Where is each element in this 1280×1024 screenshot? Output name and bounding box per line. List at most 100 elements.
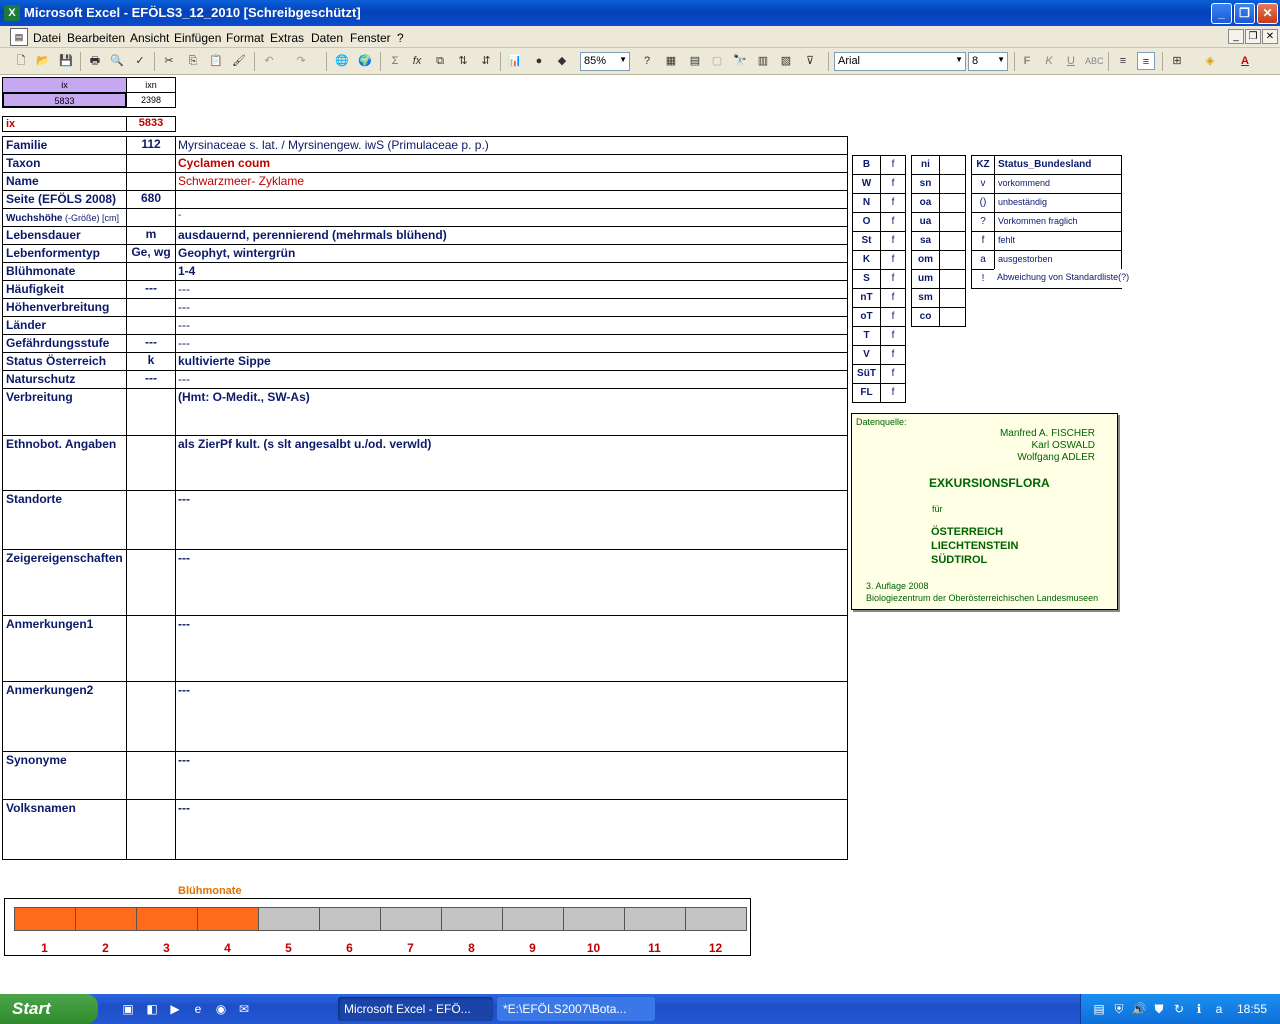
state-flag-cell[interactable]: f	[880, 193, 906, 213]
row-code-cell[interactable]	[126, 388, 176, 436]
zoom-select[interactable]: 85% ▼	[580, 52, 630, 71]
row-code-cell[interactable]	[126, 681, 176, 752]
row-value-cell[interactable]: Myrsinaceae s. lat. / Myrsinengew. iwS (…	[175, 136, 848, 155]
task-excel[interactable]: Microsoft Excel - EFÖ...	[338, 997, 493, 1021]
ix-value-cell[interactable]: 5833	[2, 92, 127, 108]
row-code-cell[interactable]	[126, 316, 176, 335]
bold-button[interactable]: F	[1018, 52, 1036, 70]
spellcheck-icon[interactable]: ✓	[131, 52, 149, 70]
state-flag-cell[interactable]: f	[880, 307, 906, 327]
row-value-cell[interactable]: ---	[175, 751, 848, 800]
underline-button[interactable]: U	[1062, 52, 1080, 70]
antivirus-icon[interactable]: a	[1211, 1001, 1227, 1017]
state-flag-cell[interactable]: f	[880, 364, 906, 384]
state-flag-cell[interactable]: f	[880, 326, 906, 346]
row-code-cell[interactable]	[126, 615, 176, 682]
region-value-cell[interactable]	[939, 269, 966, 289]
redo-icon[interactable]: ↷	[292, 52, 310, 70]
sort-desc-icon[interactable]: ⇵	[477, 52, 495, 70]
row-code-cell[interactable]: 112	[126, 136, 176, 155]
row-value-cell[interactable]: ausdauernd, perennierend (mehrmals blühe…	[175, 226, 848, 245]
font-color-icon[interactable]: A	[1236, 52, 1254, 70]
row-code-cell[interactable]	[126, 172, 176, 191]
row-code-cell[interactable]	[126, 751, 176, 800]
row-code-cell[interactable]	[126, 549, 176, 616]
ix-value-cell-2[interactable]: 5833	[126, 116, 176, 132]
info-icon[interactable]: ℹ	[1191, 1001, 1207, 1017]
firefox-icon[interactable]: ◉	[213, 1001, 229, 1017]
borders-icon[interactable]: ⊞	[1168, 52, 1186, 70]
menu-datei[interactable]: Datei	[33, 31, 61, 45]
worksheet[interactable]: ix ixn 5833 2398 ix 5833 Familie 112 Myrsi…	[0, 75, 1280, 990]
row-code-cell[interactable]	[126, 208, 176, 227]
print-icon[interactable]: 🖶	[86, 52, 104, 70]
state-flag-cell[interactable]: f	[880, 288, 906, 308]
fill-color-icon[interactable]: ◈	[1201, 52, 1219, 70]
security-icon[interactable]: ⛨	[1111, 1001, 1127, 1017]
row-value-cell[interactable]: kultivierte Sippe	[175, 352, 848, 371]
align-left-button[interactable]: ≡	[1114, 52, 1132, 70]
close-button[interactable]: ✕	[1257, 3, 1278, 24]
italic-button[interactable]: K	[1040, 52, 1058, 70]
tool-a-icon[interactable]: ▦	[662, 52, 680, 70]
format-painter-icon[interactable]: 🖌	[230, 52, 248, 70]
region-value-cell[interactable]	[939, 174, 966, 194]
menu-extras[interactable]: Extras	[270, 31, 304, 45]
row-code-cell[interactable]	[126, 298, 176, 317]
doc-minimize-button[interactable]: _	[1228, 29, 1244, 44]
menu-daten[interactable]: Daten	[311, 31, 343, 45]
row-value-cell[interactable]: Schwarzmeer- Zyklame	[175, 172, 848, 191]
row-value-cell[interactable]	[175, 190, 848, 209]
state-flag-cell[interactable]: f	[880, 155, 906, 175]
row-code-cell[interactable]: Ge, wg	[126, 244, 176, 263]
copy-icon[interactable]: ⎘	[184, 52, 202, 70]
row-value-cell[interactable]: (Hmt: O-Medit., SW-As)	[175, 388, 848, 436]
region-value-cell[interactable]	[939, 231, 966, 251]
region-value-cell[interactable]	[939, 288, 966, 308]
map-icon[interactable]: ●	[530, 52, 548, 70]
row-value-cell[interactable]: ---	[175, 298, 848, 317]
row-value-cell[interactable]: ---	[175, 280, 848, 299]
minimize-button[interactable]: _	[1211, 3, 1232, 24]
region-value-cell[interactable]	[939, 155, 966, 175]
doc-restore-button[interactable]: ❐	[1245, 29, 1261, 44]
tool-e-icon[interactable]: ▧	[777, 52, 795, 70]
cut-icon[interactable]: ✂	[160, 52, 178, 70]
row-value-cell[interactable]: -	[175, 208, 848, 227]
region-value-cell[interactable]	[939, 307, 966, 327]
state-flag-cell[interactable]: f	[880, 250, 906, 270]
row-code-cell[interactable]: k	[126, 352, 176, 371]
save-icon[interactable]: 💾	[57, 52, 75, 70]
ie-icon[interactable]: e	[190, 1001, 206, 1017]
menu-ansicht[interactable]: Ansicht	[130, 31, 169, 45]
tool-d-icon[interactable]: ▥	[754, 52, 772, 70]
network-icon[interactable]: ▤	[1091, 1001, 1107, 1017]
undo-icon[interactable]: ↶	[260, 52, 278, 70]
state-flag-cell[interactable]: f	[880, 383, 906, 403]
region-value-cell[interactable]	[939, 250, 966, 270]
row-code-cell[interactable]	[126, 799, 176, 860]
document-icon[interactable]: ▤	[10, 28, 28, 46]
row-code-cell[interactable]: m	[126, 226, 176, 245]
row-value-cell[interactable]: ---	[175, 334, 848, 353]
web-icon[interactable]: 🌍	[356, 52, 374, 70]
row-value-cell[interactable]: ---	[175, 490, 848, 550]
row-value-cell[interactable]: ---	[175, 615, 848, 682]
start-button[interactable]: Start	[0, 994, 98, 1024]
menu-format[interactable]: Format	[226, 31, 264, 45]
find-icon[interactable]: 🔭	[731, 52, 749, 70]
open-icon[interactable]: 📂	[34, 52, 52, 70]
function-icon[interactable]: fx	[408, 52, 426, 70]
row-value-cell[interactable]: ---	[175, 799, 848, 860]
align-center-button[interactable]: ≡	[1137, 52, 1155, 70]
new-icon[interactable]: 🗋	[12, 52, 30, 70]
row-code-cell[interactable]: ---	[126, 370, 176, 389]
state-flag-cell[interactable]: f	[880, 212, 906, 232]
strikethrough-button[interactable]: ABC	[1085, 52, 1104, 70]
restore-button[interactable]: ❐	[1234, 3, 1255, 24]
menu-help[interactable]: ?	[397, 31, 404, 45]
row-value-cell[interactable]: 1-4	[175, 262, 848, 281]
row-value-cell[interactable]: ---	[175, 681, 848, 752]
state-flag-cell[interactable]: f	[880, 345, 906, 365]
insert-icon[interactable]: ⧉	[431, 52, 449, 70]
